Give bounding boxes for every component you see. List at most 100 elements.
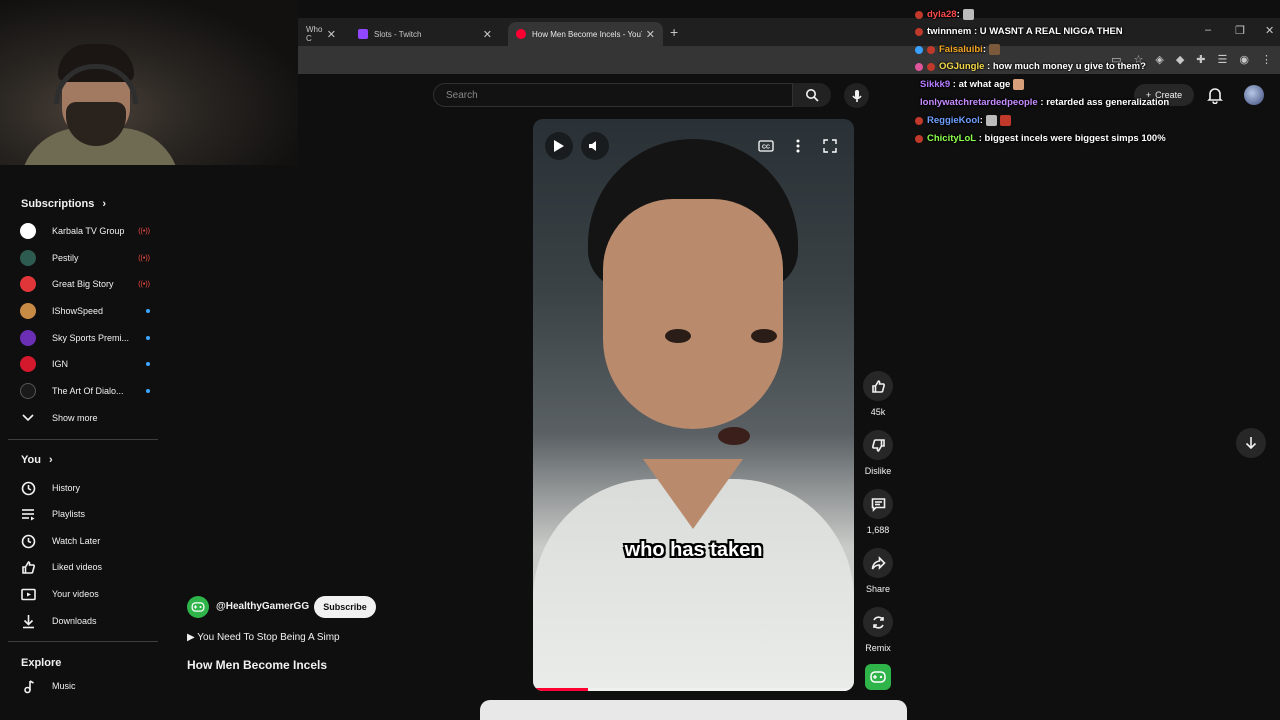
extension-icon[interactable]: ◆ xyxy=(1176,53,1184,66)
divider xyxy=(8,641,158,642)
playlist-link[interactable]: ▶ You Need To Stop Being A Simp xyxy=(187,632,340,643)
comments-button[interactable] xyxy=(863,489,893,519)
download-icon xyxy=(20,613,36,629)
comment-count: 1,688 xyxy=(866,525,890,535)
menu-icon[interactable]: ☰ xyxy=(1218,53,1228,66)
subscription-name: Sky Sports Premi... xyxy=(52,333,130,343)
share-button[interactable] xyxy=(863,548,893,578)
extension-icon[interactable]: ◈ xyxy=(1155,53,1163,66)
subscribe-button[interactable]: Subscribe xyxy=(314,596,376,618)
browser-tab-strip: Who C ✕ Slots - Twitch ✕ How Men Become … xyxy=(298,18,1280,46)
subscription-item[interactable]: Great Big Story ((•)) xyxy=(20,274,150,294)
remix-button[interactable] xyxy=(863,607,893,637)
dislike-label: Dislike xyxy=(864,466,892,476)
more-options-button[interactable] xyxy=(784,132,812,160)
subscription-item[interactable]: Karbala TV Group ((•)) xyxy=(20,221,150,241)
tab-label: How Men Become Incels - YouTube xyxy=(532,29,642,39)
like-action[interactable]: 45k xyxy=(860,371,896,417)
sidebar-item-label: Playlists xyxy=(52,509,86,519)
sidebar-item-label: Liked videos xyxy=(52,562,103,572)
remix-label: Remix xyxy=(865,643,891,653)
browser-tab[interactable]: Slots - Twitch ✕ xyxy=(350,22,500,46)
account-avatar[interactable] xyxy=(1244,85,1264,105)
remix-action[interactable]: Remix xyxy=(860,607,896,653)
comments-action[interactable]: 1,688 xyxy=(860,489,896,535)
chat-username: ReggieKool xyxy=(927,115,980,126)
close-icon[interactable]: ✕ xyxy=(483,28,492,41)
browser-tab[interactable]: Who C ✕ xyxy=(298,22,344,46)
dislike-button[interactable] xyxy=(863,430,893,460)
video-progress-fill xyxy=(533,688,588,691)
next-video-button[interactable] xyxy=(1236,428,1266,458)
more-icon[interactable]: ⋮ xyxy=(1261,53,1272,66)
chat-message: twinnnem : U WASNT A REAL NIGGA THEN xyxy=(915,23,1123,40)
window-close-button[interactable]: ✕ xyxy=(1265,24,1274,37)
close-icon[interactable]: ✕ xyxy=(646,28,655,41)
chevron-down-icon xyxy=(20,410,36,426)
search-input[interactable]: Search xyxy=(433,83,793,107)
fullscreen-button[interactable] xyxy=(816,132,844,160)
search-button[interactable] xyxy=(793,83,831,107)
captions-button[interactable]: CC xyxy=(752,132,780,160)
sidebar-item-liked-videos[interactable]: Liked videos xyxy=(20,557,150,577)
channel-avatar xyxy=(20,303,36,319)
subscription-item[interactable]: Sky Sports Premi... xyxy=(20,328,150,348)
your-videos-icon xyxy=(20,586,36,602)
video-progress-bar[interactable] xyxy=(533,688,854,691)
subscription-item[interactable]: The Art Of Dialo... xyxy=(20,381,150,401)
play-button[interactable] xyxy=(545,132,573,160)
playlists-icon xyxy=(20,506,36,522)
channel-avatar xyxy=(20,250,36,266)
puzzle-icon[interactable]: ✚ xyxy=(1196,53,1205,66)
share-action[interactable]: Share xyxy=(860,548,896,594)
chat-text: how much money u give to them? xyxy=(992,61,1146,72)
new-tab-button[interactable]: + xyxy=(670,24,678,40)
mute-button[interactable] xyxy=(581,132,609,160)
subscriptions-heading[interactable]: Subscriptions › xyxy=(21,198,106,210)
chat-message: ReggieKool : xyxy=(915,112,1011,129)
chat-username: lonlywatchretardedpeople xyxy=(920,97,1038,108)
voice-search-button[interactable] xyxy=(844,83,869,108)
sidebar-item-downloads[interactable]: Downloads xyxy=(20,611,150,631)
dislike-action[interactable]: Dislike xyxy=(860,430,896,476)
sidebar-item-label: History xyxy=(52,483,81,493)
close-icon[interactable]: ✕ xyxy=(327,28,336,41)
show-more-label: Show more xyxy=(52,413,98,423)
channel-handle[interactable]: @HealthyGamerGG xyxy=(216,601,309,612)
channel-avatar[interactable] xyxy=(187,596,209,618)
sidebar-item-history[interactable]: History xyxy=(20,478,150,498)
profile-icon[interactable]: ◉ xyxy=(1239,53,1249,66)
share-icon xyxy=(871,555,886,570)
minimize-button[interactable]: – xyxy=(1205,24,1211,36)
channel-logo-button[interactable] xyxy=(865,664,891,690)
subscription-name: Pestily xyxy=(52,253,79,263)
browser-tab-active[interactable]: How Men Become Incels - YouTube ✕ xyxy=(508,22,663,46)
chat-username: Faisaluibi xyxy=(939,44,983,55)
shorts-video-player[interactable]: CC who has taken xyxy=(533,119,854,691)
like-button[interactable] xyxy=(863,371,893,401)
subscription-item[interactable]: Pestily ((•)) xyxy=(20,248,150,268)
svg-text:CC: CC xyxy=(762,145,770,151)
sidebar-item-label: Your videos xyxy=(52,589,99,599)
maximize-button[interactable]: ❐ xyxy=(1235,24,1245,37)
sidebar-item-playlists[interactable]: Playlists xyxy=(20,504,150,524)
sidebar-item-music[interactable]: Music xyxy=(20,676,150,696)
search-placeholder: Search xyxy=(446,90,478,101)
thumbs-down-icon xyxy=(871,438,885,452)
chat-text: U WASNT A REAL NIGGA THEN xyxy=(979,26,1123,37)
show-more-button[interactable]: Show more xyxy=(20,408,150,428)
you-heading[interactable]: You › xyxy=(21,454,53,466)
sidebar-item-your-videos[interactable]: Your videos xyxy=(20,584,150,604)
subscription-item[interactable]: IGN xyxy=(20,354,150,374)
subscription-name: Karbala TV Group xyxy=(52,226,125,236)
history-icon xyxy=(20,480,36,496)
healthygamer-logo-icon xyxy=(870,671,886,683)
sidebar: Subscriptions › Karbala TV Group ((•)) P… xyxy=(0,165,170,720)
new-content-dot xyxy=(146,309,150,313)
sidebar-item-label: Downloads xyxy=(52,616,97,626)
notifications-button[interactable] xyxy=(1207,86,1223,109)
subscription-item[interactable]: IShowSpeed xyxy=(20,301,150,321)
play-icon xyxy=(554,140,564,152)
sidebar-item-watch-later[interactable]: Watch Later xyxy=(20,531,150,551)
video-subject-eye xyxy=(751,329,777,343)
